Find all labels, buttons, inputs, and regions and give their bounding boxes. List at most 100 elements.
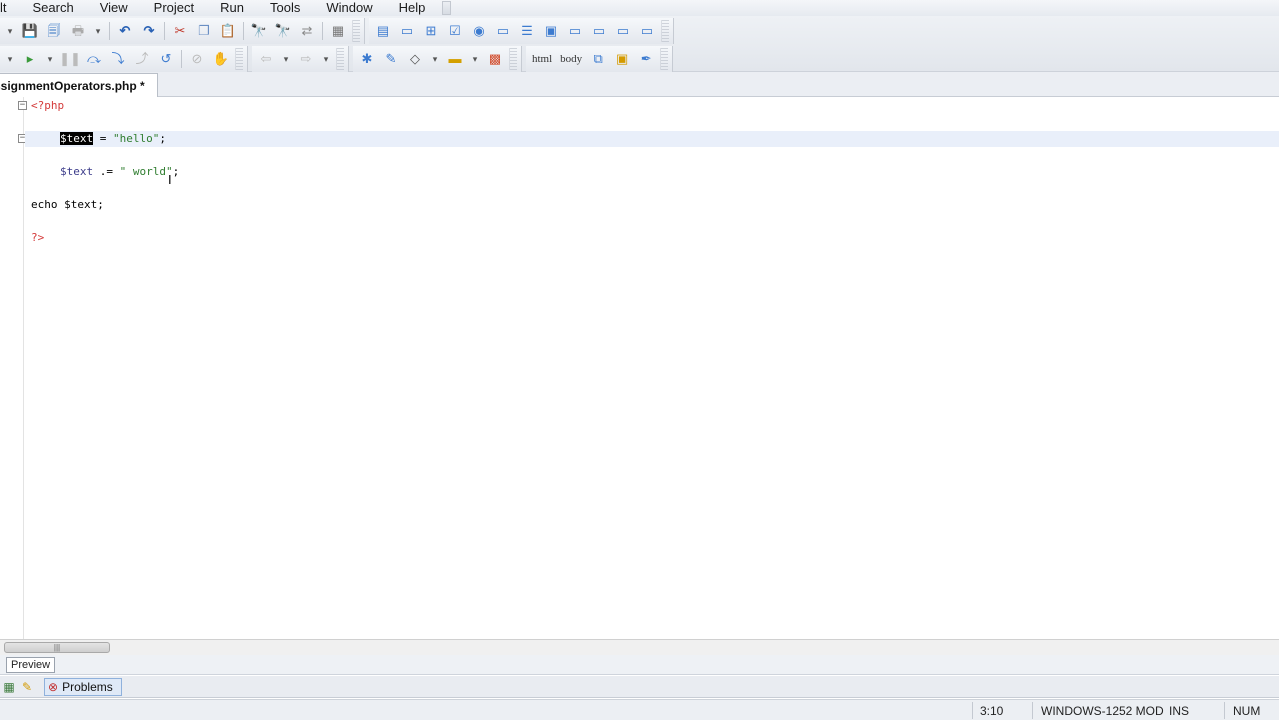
find-icon[interactable]: 🔭 bbox=[248, 20, 270, 42]
toolbar-grip[interactable] bbox=[660, 48, 669, 70]
back-icon[interactable]: ⇦ bbox=[255, 48, 277, 70]
layout-icon[interactable]: ▦ bbox=[327, 20, 349, 42]
form-icon[interactable]: ▤ bbox=[372, 20, 394, 42]
image-icon[interactable]: ▣ bbox=[540, 20, 562, 42]
menu-edit[interactable]: lt bbox=[0, 1, 20, 15]
checkbox-icon[interactable]: ☑ bbox=[444, 20, 466, 42]
toolbar-html-tags: html body ⧉ ▣ ✒ bbox=[526, 46, 674, 72]
text-field-icon[interactable]: ▭ bbox=[396, 20, 418, 42]
tab-preview[interactable]: Preview bbox=[6, 657, 56, 673]
pen-icon[interactable]: ✒ bbox=[635, 48, 657, 70]
cut-icon[interactable]: ✂ bbox=[169, 20, 191, 42]
problems-icon: ⊗ bbox=[48, 680, 59, 694]
php-open-tag: <?php bbox=[31, 99, 65, 112]
toolbar-area: ▾ 💾 🗐 🖶 ▾ ↶ ↷ ✂ ❐ 📋 🔭 🔭 ⇄ ▦ ▤ ▭ ⊞ ☑ ◉ ▭ … bbox=[0, 16, 1279, 72]
run-to-cursor-icon[interactable]: ↺ bbox=[155, 48, 177, 70]
step-out-icon[interactable]: ⤴ bbox=[131, 48, 153, 70]
fill-icon[interactable]: ◇ bbox=[404, 48, 426, 70]
edit-document-icon[interactable]: ✎ bbox=[380, 48, 402, 70]
forward-icon[interactable]: ⇨ bbox=[295, 48, 317, 70]
horizontal-scrollbar[interactable]: ||| bbox=[0, 639, 1279, 655]
settings-tools-icon[interactable]: ✱ bbox=[356, 48, 378, 70]
insert-mode-status: INS bbox=[1169, 704, 1190, 718]
cursor-position: 3:10 bbox=[980, 704, 1004, 718]
dropdown-arrow-icon[interactable]: ▾ bbox=[468, 48, 482, 70]
hidden-field-icon[interactable]: ▭ bbox=[636, 20, 658, 42]
undo-icon[interactable]: ↶ bbox=[114, 20, 136, 42]
pause-icon[interactable]: ❚❚ bbox=[59, 48, 81, 70]
textarea-icon[interactable]: ▭ bbox=[588, 20, 610, 42]
text-cursor-icon: I bbox=[168, 172, 172, 187]
radio-icon[interactable]: ◉ bbox=[468, 20, 490, 42]
run-project-icon[interactable]: ▸ bbox=[19, 48, 41, 70]
menu-search[interactable]: Search bbox=[20, 1, 87, 15]
toolbar-grip[interactable] bbox=[661, 20, 669, 42]
redo-icon[interactable]: ↷ bbox=[138, 20, 160, 42]
menu-help[interactable]: Help bbox=[386, 1, 439, 15]
html-tag-button[interactable]: html bbox=[529, 48, 555, 70]
dropdown-arrow-icon[interactable]: ▾ bbox=[3, 20, 17, 42]
scrollbar-thumb[interactable]: ||| bbox=[4, 642, 110, 653]
selected-variable: $text bbox=[60, 132, 94, 145]
php-close-tag: ?> bbox=[31, 231, 45, 244]
toolbar-html-forms: ▤ ▭ ⊞ ☑ ◉ ▭ ☰ ▣ ▭ ▭ ▭ ▭ bbox=[369, 18, 674, 44]
step-over-icon[interactable]: ⤼ bbox=[83, 48, 105, 70]
tab-problems[interactable]: ⊗ Problems bbox=[44, 678, 122, 696]
save-all-icon[interactable]: 🗐 bbox=[43, 20, 65, 42]
replace-icon[interactable]: ⇄ bbox=[296, 20, 318, 42]
palette-icon[interactable]: ▩ bbox=[484, 48, 506, 70]
string-literal: " world" bbox=[119, 165, 173, 178]
notes-icon[interactable]: ✎ bbox=[18, 679, 36, 695]
frame-icon[interactable]: ▣ bbox=[611, 48, 633, 70]
select-icon[interactable]: ▭ bbox=[612, 20, 634, 42]
toolbar-grip[interactable] bbox=[352, 20, 360, 42]
editor-gutter bbox=[0, 97, 24, 639]
menu-run[interactable]: Run bbox=[207, 1, 257, 15]
code-line-4: echo $text; bbox=[31, 197, 104, 213]
dropdown-arrow-icon[interactable]: ▾ bbox=[319, 48, 333, 70]
menu-grip[interactable] bbox=[442, 1, 452, 15]
menu-tools[interactable]: Tools bbox=[257, 1, 313, 15]
editor-tab-file[interactable]: ssignmentOperators.php * bbox=[0, 73, 158, 97]
code-editor[interactable]: − − <?php $text = "hello"; $text .= " wo… bbox=[0, 97, 1279, 639]
dropdown-arrow-icon[interactable]: ▾ bbox=[279, 48, 293, 70]
dropdown-arrow-icon[interactable]: ▾ bbox=[43, 48, 57, 70]
print-icon[interactable]: 🖶 bbox=[67, 20, 89, 42]
save-icon[interactable]: 💾 bbox=[19, 20, 41, 42]
highlighter-icon[interactable]: ▬ bbox=[444, 48, 466, 70]
problems-label: Problems bbox=[62, 680, 113, 694]
copy-icon[interactable]: ❐ bbox=[193, 20, 215, 42]
menu-project[interactable]: Project bbox=[141, 1, 207, 15]
find-next-icon[interactable]: 🔭 bbox=[272, 20, 294, 42]
semicolon: ; bbox=[159, 132, 166, 145]
output-icon[interactable]: ▦ bbox=[0, 679, 18, 695]
step-into-icon[interactable]: ⤵ bbox=[107, 48, 129, 70]
string-literal: "hello" bbox=[113, 132, 160, 145]
toolbar-grip[interactable] bbox=[509, 48, 517, 70]
toolbar-grip[interactable] bbox=[235, 48, 243, 70]
num-lock-status: NUM bbox=[1233, 704, 1261, 718]
dropdown-arrow-icon[interactable]: ▾ bbox=[3, 48, 17, 70]
dropdown-arrow-icon[interactable]: ▾ bbox=[91, 20, 105, 42]
fold-collapse-icon[interactable]: − bbox=[18, 101, 27, 110]
toolbar-grip[interactable] bbox=[336, 48, 344, 70]
dropdown-arrow-icon[interactable]: ▾ bbox=[428, 48, 442, 70]
input-icon[interactable]: ▭ bbox=[492, 20, 514, 42]
list-icon[interactable]: ☰ bbox=[516, 20, 538, 42]
toolbar-file-edit: ▾ 💾 🗐 🖶 ▾ ↶ ↷ ✂ ❐ 📋 🔭 🔭 ⇄ ▦ bbox=[0, 18, 365, 44]
bottom-panel-bar: ▦ ✎ ⊗ Problems bbox=[0, 676, 1279, 698]
paste-icon[interactable]: 📋 bbox=[217, 20, 239, 42]
button-icon[interactable]: ▭ bbox=[564, 20, 586, 42]
stop-icon[interactable]: ⊘ bbox=[186, 48, 208, 70]
code-line-2: $text = "hello"; bbox=[60, 131, 166, 147]
current-line-highlight bbox=[25, 131, 1279, 147]
body-tag-button[interactable]: body bbox=[557, 48, 585, 70]
menu-window[interactable]: Window bbox=[313, 1, 385, 15]
toolbar-row-1: ▾ 💾 🗐 🖶 ▾ ↶ ↷ ✂ ❐ 📋 🔭 🔭 ⇄ ▦ ▤ ▭ ⊞ ☑ ◉ ▭ … bbox=[0, 17, 674, 45]
table-icon[interactable]: ⊞ bbox=[420, 20, 442, 42]
editor-tab-title: ssignmentOperators.php * bbox=[0, 78, 145, 93]
layers-icon[interactable]: ⧉ bbox=[587, 48, 609, 70]
menu-view[interactable]: View bbox=[87, 1, 141, 15]
hand-icon[interactable]: ✋ bbox=[210, 48, 232, 70]
echo-statement: echo $text; bbox=[31, 198, 104, 211]
